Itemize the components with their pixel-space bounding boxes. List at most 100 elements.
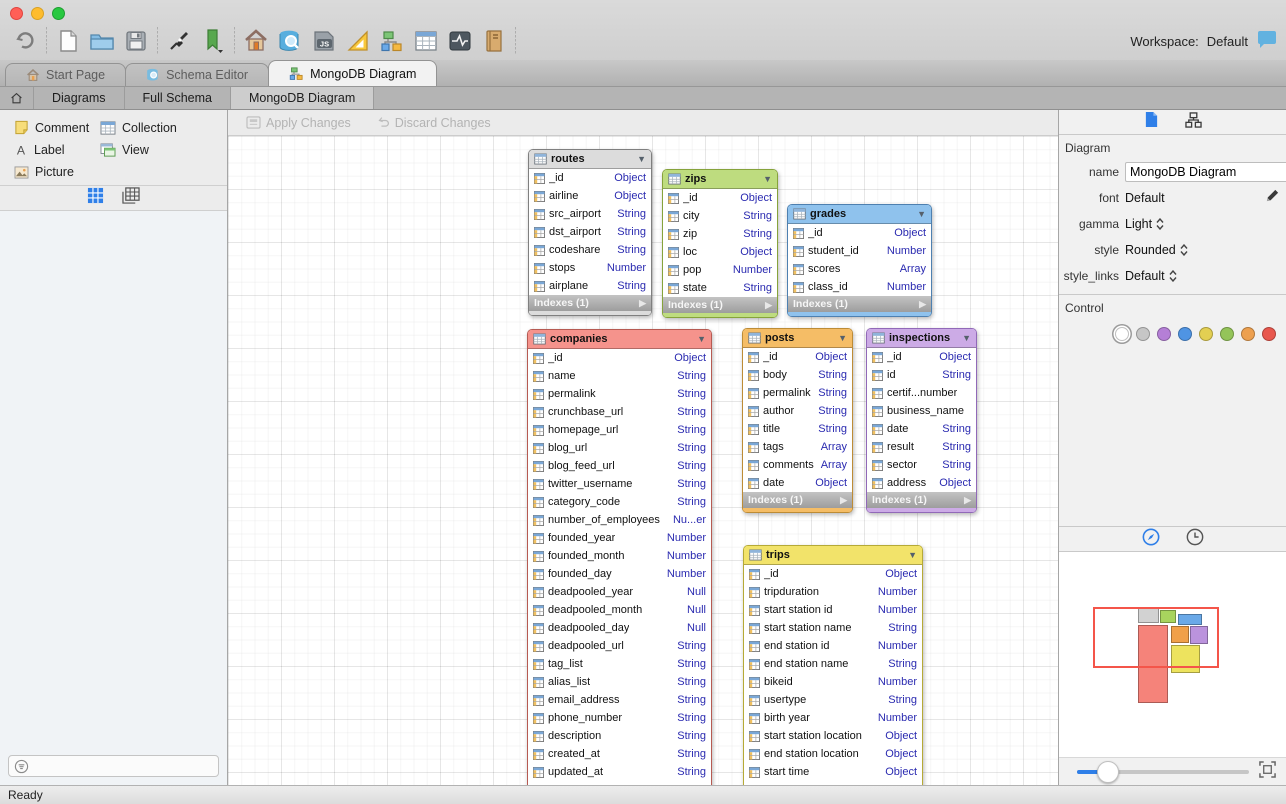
field-row[interactable]: alias_list String: [528, 673, 711, 691]
color-swatch[interactable]: [1241, 327, 1255, 341]
field-row[interactable]: zip String: [663, 225, 777, 243]
collapse-triangle-icon[interactable]: ▼: [697, 334, 706, 344]
undo-icon[interactable]: [8, 26, 42, 56]
collapse-triangle-icon[interactable]: ▼: [637, 154, 646, 164]
table-icon[interactable]: [409, 26, 443, 56]
field-row[interactable]: email_address String: [528, 691, 711, 709]
save-icon[interactable]: [119, 26, 153, 56]
collection-table-zips[interactable]: zips ▼ _id Object city String zip String…: [662, 169, 778, 318]
field-row[interactable]: airplane String: [529, 277, 651, 295]
gamma-popup[interactable]: Light: [1125, 217, 1280, 231]
field-row[interactable]: end station id Number: [744, 637, 922, 655]
field-row[interactable]: tags Array: [743, 438, 852, 456]
discard-changes-button[interactable]: Discard Changes: [377, 116, 491, 130]
tab-start-page[interactable]: Start Page: [5, 63, 126, 86]
workspace-selector[interactable]: Workspace: Default: [1130, 30, 1278, 53]
style-links-popup[interactable]: Default: [1125, 269, 1280, 283]
tree-filter-box[interactable]: [8, 755, 219, 777]
field-row[interactable]: author String: [743, 402, 852, 420]
field-row[interactable]: deadpooled_month Null: [528, 601, 711, 619]
field-row[interactable]: id String: [867, 366, 976, 384]
nav-home-button[interactable]: [0, 87, 34, 109]
field-row[interactable]: scores Array: [788, 260, 931, 278]
field-row[interactable]: student_id Number: [788, 242, 931, 260]
js-icon[interactable]: JS: [307, 26, 341, 56]
grid-view-icon[interactable]: [87, 187, 104, 209]
field-row[interactable]: deadpooled_day Null: [528, 619, 711, 637]
field-row[interactable]: city String: [663, 207, 777, 225]
palette-item-comment[interactable]: Comment: [14, 120, 100, 135]
zoom-window-button[interactable]: [52, 7, 65, 20]
field-row[interactable]: stops Number: [529, 259, 651, 277]
open-folder-icon[interactable]: [85, 26, 119, 56]
field-row[interactable]: _id Object: [867, 348, 976, 366]
collection-table-posts[interactable]: posts ▼ _id Object body String permalink…: [742, 328, 853, 513]
ruler-icon[interactable]: [341, 26, 375, 56]
minimap-viewport[interactable]: [1093, 607, 1219, 668]
collapse-triangle-icon[interactable]: ▼: [838, 333, 847, 343]
zoom-slider-knob[interactable]: [1097, 761, 1119, 783]
close-window-button[interactable]: [10, 7, 23, 20]
field-row[interactable]: deadpooled_url String: [528, 637, 711, 655]
field-row[interactable]: start time Object: [744, 763, 922, 781]
field-row[interactable]: founded_year Number: [528, 529, 711, 547]
minimize-window-button[interactable]: [31, 7, 44, 20]
collection-table-grades[interactable]: grades ▼ _id Object student_id Number sc…: [787, 204, 932, 317]
field-row[interactable]: _id Object: [744, 565, 922, 583]
collection-header[interactable]: zips ▼: [663, 170, 777, 189]
collection-table-routes[interactable]: routes ▼ _id Object airline Object src_a…: [528, 149, 652, 316]
color-swatch[interactable]: [1136, 327, 1150, 341]
field-row[interactable]: usertype String: [744, 691, 922, 709]
field-row[interactable]: bikeid Number: [744, 673, 922, 691]
field-row[interactable]: end station location Object: [744, 745, 922, 763]
diagram-tree[interactable]: [0, 211, 227, 785]
field-row[interactable]: dst_airport String: [529, 223, 651, 241]
collection-header[interactable]: companies ▼: [528, 330, 711, 349]
palette-item-label[interactable]: A Label: [14, 143, 100, 157]
indexes-footer[interactable]: Indexes (1) ▶: [663, 297, 777, 313]
field-row[interactable]: _id Object: [788, 224, 931, 242]
collection-header[interactable]: inspections ▼: [867, 329, 976, 348]
history-clock-icon[interactable]: [1186, 528, 1204, 551]
feedback-bubble-icon[interactable]: [1256, 30, 1278, 53]
field-row[interactable]: class_id Number: [788, 278, 931, 296]
field-row[interactable]: deadpooled_year Null: [528, 583, 711, 601]
indexes-footer[interactable]: Indexes (1) ▶: [743, 492, 852, 508]
tab-mongodb-diagram[interactable]: MongoDB Diagram: [268, 60, 437, 86]
diagram-name-input[interactable]: [1125, 162, 1286, 182]
field-row[interactable]: codeshare String: [529, 241, 651, 259]
new-document-icon[interactable]: [51, 26, 85, 56]
field-row[interactable]: blog_feed_url String: [528, 457, 711, 475]
field-row[interactable]: sector String: [867, 456, 976, 474]
collection-table-trips[interactable]: trips ▼ _id Object tripduration Number s…: [743, 545, 923, 785]
tab-schema-editor[interactable]: Schema Editor: [125, 63, 269, 86]
field-row[interactable]: loc Object: [663, 243, 777, 261]
book-icon[interactable]: [477, 26, 511, 56]
hierarchy-icon[interactable]: [1185, 112, 1202, 133]
collection-table-inspections[interactable]: inspections ▼ _id Object id String certi…: [866, 328, 977, 513]
palette-item-picture[interactable]: Picture: [14, 165, 100, 179]
field-row[interactable]: tag_list String: [528, 655, 711, 673]
collapse-triangle-icon[interactable]: ▼: [763, 174, 772, 184]
field-row[interactable]: tripduration Number: [744, 583, 922, 601]
font-value[interactable]: Default: [1125, 191, 1265, 205]
collection-header[interactable]: posts ▼: [743, 329, 852, 348]
field-row[interactable]: date Object: [743, 474, 852, 492]
nav-item-diagrams[interactable]: Diagrams: [34, 87, 125, 109]
field-row[interactable]: _id Object: [663, 189, 777, 207]
field-row[interactable]: start station location Object: [744, 727, 922, 745]
palette-item-view[interactable]: View: [100, 143, 219, 157]
field-row[interactable]: certif...number: [867, 384, 976, 402]
apply-changes-button[interactable]: Apply Changes: [246, 116, 351, 130]
diagram-canvas[interactable]: routes ▼ _id Object airline Object src_a…: [228, 136, 1058, 785]
collection-table-companies[interactable]: companies ▼ _id Object name String perma…: [527, 329, 712, 785]
field-row[interactable]: title String: [743, 420, 852, 438]
nav-item-full-schema[interactable]: Full Schema: [125, 87, 231, 109]
field-row[interactable]: category_code String: [528, 493, 711, 511]
collection-header[interactable]: trips ▼: [744, 546, 922, 565]
field-row[interactable]: description String: [528, 727, 711, 745]
field-row[interactable]: number_of_employees Nu...er: [528, 511, 711, 529]
field-row[interactable]: body String: [743, 366, 852, 384]
document-properties-icon[interactable]: [1144, 111, 1159, 133]
color-swatch[interactable]: [1115, 327, 1129, 341]
